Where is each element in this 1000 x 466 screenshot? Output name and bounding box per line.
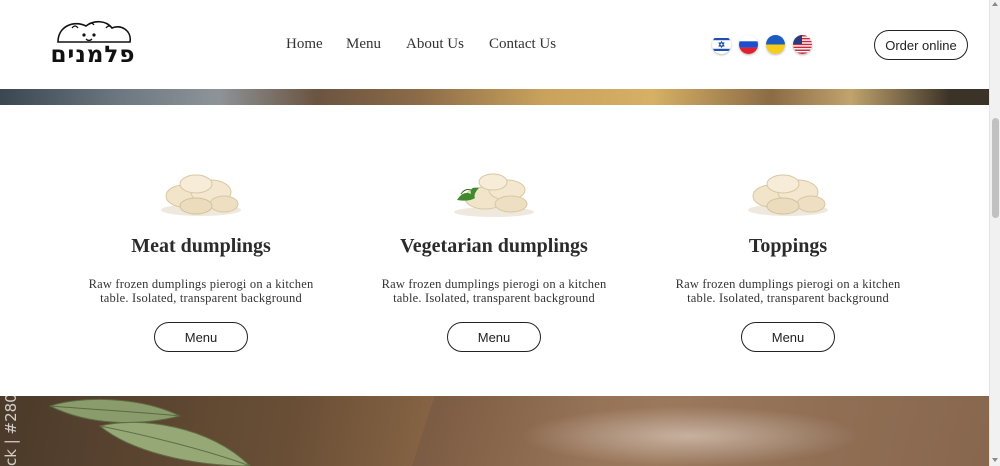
order-online-button[interactable]: Order online: [874, 30, 968, 60]
card-description: Raw frozen dumplings pierogi on a kitche…: [648, 277, 928, 305]
footer-photo: ck | #280: [0, 396, 989, 466]
scrollbar-thumb[interactable]: [992, 118, 999, 218]
card-title: Vegetarian dumplings: [400, 235, 588, 257]
card-description-line: Raw frozen dumplings pierogi on a kitche…: [88, 277, 314, 291]
category-card-vegetarian: Vegetarian dumplings Raw frozen dumpling…: [354, 160, 634, 352]
card-description-line: Raw frozen dumplings pierogi on a kitche…: [381, 277, 607, 291]
nav-menu[interactable]: Menu: [346, 36, 381, 53]
meat-menu-button[interactable]: Menu: [154, 322, 248, 352]
scroll-up-arrow-icon[interactable]: [992, 2, 998, 6]
photo-watermark: ck | #280: [2, 396, 20, 466]
russia-flag-icon[interactable]: [739, 35, 758, 54]
card-title: Meat dumplings: [131, 235, 271, 257]
nav-contact-us[interactable]: Contact Us: [489, 36, 556, 53]
flour-dust-shape: [520, 406, 860, 466]
brand-logo[interactable]: פלמנים: [40, 16, 150, 74]
card-title: Toppings: [748, 235, 828, 257]
toppings-menu-button[interactable]: Menu: [741, 322, 835, 352]
page-scrollbar[interactable]: [989, 0, 1000, 466]
card-description-line: Raw frozen dumplings pierogi on a kitche…: [675, 277, 901, 291]
dumplings-image: [161, 174, 241, 216]
card-description-line: table. Isolated, transparent background: [687, 291, 889, 305]
card-description: Raw frozen dumplings pierogi on a kitche…: [354, 277, 634, 305]
dumplings-with-parsley-image: [454, 173, 534, 217]
category-card-meat: Meat dumplings Raw frozen dumplings pier…: [61, 160, 341, 352]
nav-home[interactable]: Home: [286, 36, 323, 53]
scroll-down-arrow-icon[interactable]: [992, 458, 998, 462]
card-description-line: table. Isolated, transparent background: [100, 291, 302, 305]
dumplings-image: [748, 174, 828, 216]
bay-leaves-image: [48, 398, 251, 466]
ukraine-flag-icon[interactable]: [766, 35, 785, 54]
nav-about-us[interactable]: About Us: [406, 36, 464, 53]
usa-flag-icon[interactable]: [793, 35, 812, 54]
site-header: פלמנים Home Menu About Us Contact Us Ord…: [0, 0, 989, 89]
card-description: Raw frozen dumplings pierogi on a kitche…: [61, 277, 341, 305]
israel-flag-icon[interactable]: [712, 35, 731, 54]
card-description-line: table. Isolated, transparent background: [393, 291, 595, 305]
vegetarian-menu-button[interactable]: Menu: [447, 322, 541, 352]
brand-logo-text: פלמנים: [50, 42, 136, 68]
category-card-toppings: Toppings Raw frozen dumplings pierogi on…: [648, 160, 928, 352]
hero-image-strip: [0, 89, 989, 105]
